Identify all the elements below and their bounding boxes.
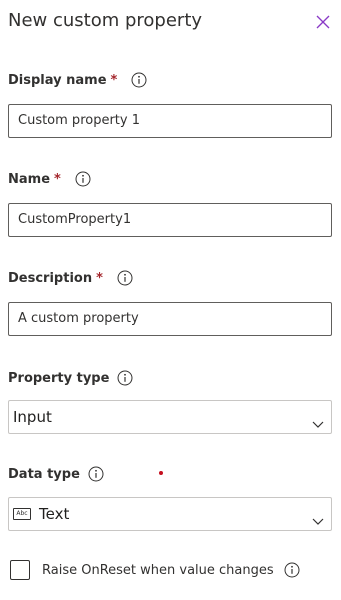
property-type-selected: Input	[13, 408, 52, 426]
custom-property-panel: New custom property Display name * Custo…	[0, 0, 341, 600]
info-icon[interactable]	[284, 562, 300, 578]
info-icon[interactable]	[117, 370, 133, 386]
raise-onreset-checkbox[interactable]	[10, 560, 30, 580]
data-type-label-row: Data type	[8, 464, 104, 484]
info-icon[interactable]	[131, 72, 147, 88]
name-label-row: Name *	[8, 169, 91, 189]
info-icon[interactable]	[88, 466, 104, 482]
description-label-row: Description *	[8, 268, 133, 288]
property-type-dropdown[interactable]: Input	[8, 400, 332, 434]
required-asterisk: *	[96, 270, 103, 286]
name-label: Name	[8, 171, 51, 187]
description-input[interactable]: A custom property	[8, 302, 332, 336]
required-asterisk: *	[110, 72, 118, 88]
close-icon[interactable]	[313, 12, 333, 32]
raise-onreset-row: Raise OnReset when value changes	[10, 560, 300, 580]
data-type-label: Data type	[8, 466, 80, 482]
data-type-dropdown[interactable]: Abc Text	[8, 497, 332, 531]
required-asterisk: *	[54, 171, 61, 187]
data-type-selected: Text	[39, 505, 70, 523]
info-icon[interactable]	[117, 270, 133, 286]
name-input[interactable]: CustomProperty1	[8, 203, 332, 237]
raise-onreset-label[interactable]: Raise OnReset when value changes	[42, 563, 274, 578]
display-name-label-row: Display name *	[8, 70, 147, 90]
display-name-input[interactable]: Custom property 1	[8, 104, 332, 138]
info-icon[interactable]	[75, 171, 91, 187]
text-type-icon: Abc	[13, 508, 31, 520]
property-type-label: Property type	[8, 370, 110, 386]
required-dot	[159, 471, 163, 475]
description-label: Description	[8, 270, 93, 286]
display-name-label: Display name	[8, 72, 107, 88]
chevron-down-icon	[311, 507, 325, 525]
property-type-label-row: Property type	[8, 368, 133, 388]
panel-title: New custom property	[8, 10, 203, 31]
chevron-down-icon	[311, 410, 325, 428]
